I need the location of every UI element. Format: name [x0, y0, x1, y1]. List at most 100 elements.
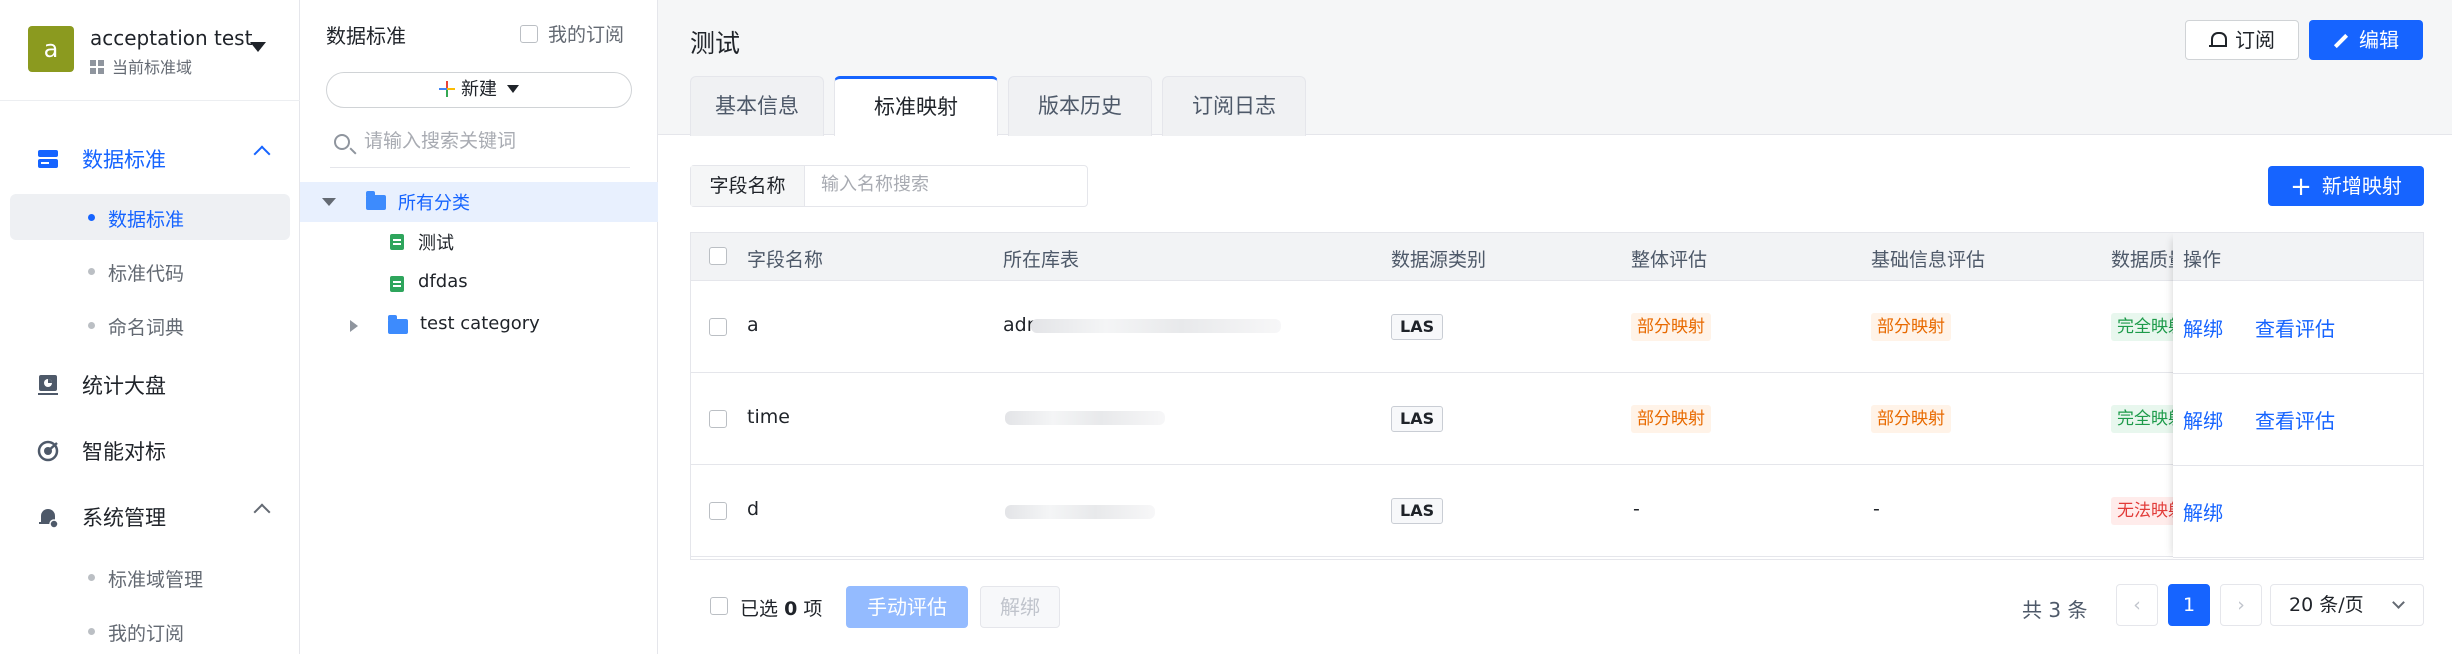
caret-down-icon[interactable]: [250, 42, 266, 52]
redacted-text: [1005, 505, 1155, 519]
database-icon: [38, 150, 58, 168]
overall-assessment-badge: 部分映射: [1631, 405, 1711, 433]
select-all-checkbox[interactable]: [709, 247, 727, 265]
document-icon: [390, 234, 404, 250]
column-header: 操作: [2183, 249, 2222, 271]
row-checkbox[interactable]: [709, 318, 727, 336]
page-size-label: 20 条/页: [2289, 594, 2364, 616]
prev-page-button[interactable]: ‹: [2116, 584, 2158, 626]
tree-node-root[interactable]: 所有分类: [300, 182, 658, 222]
view-assessment-link[interactable]: 查看评估: [2255, 313, 2335, 342]
nav-item-naming-dictionary[interactable]: 命名词典: [10, 302, 290, 348]
source-type-badge: LAS: [1391, 406, 1444, 432]
bell-icon: [2209, 32, 2227, 50]
bullet-icon: [88, 322, 95, 329]
tab-subscription-log[interactable]: 订阅日志: [1162, 76, 1306, 136]
row-divider: [2173, 373, 2423, 374]
column-header: 整体评估: [1631, 249, 1708, 271]
row-divider: [2173, 465, 2423, 466]
view-assessment-link[interactable]: 查看评估: [2255, 405, 2335, 434]
tab-basic-info[interactable]: 基本信息: [690, 76, 824, 136]
bulk-unbind-button[interactable]: 解绑: [980, 586, 1060, 628]
folder-icon: [366, 191, 386, 210]
expand-icon[interactable]: [350, 320, 358, 332]
nav-item-label: 标准域管理: [108, 569, 204, 591]
bell-gear-icon: [39, 509, 59, 529]
nav-item-label: 命名词典: [108, 317, 185, 339]
nav-item-standard-code[interactable]: 标准代码: [10, 248, 290, 294]
workspace-switcher[interactable]: a acceptation test 当前标准域: [28, 26, 290, 77]
unbind-link[interactable]: 解绑: [2183, 405, 2223, 434]
selected-suffix: 项: [803, 598, 823, 620]
add-mapping-button[interactable]: + 新增映射: [2268, 166, 2424, 206]
category-tree-panel: 数据标准 我的订阅 新建 所有分类 测试 dfdas test category: [300, 0, 658, 654]
nav-divider: [0, 100, 300, 101]
column-header: 所在库表: [1003, 249, 1080, 271]
tree-node-dfdas[interactable]: dfdas: [300, 264, 658, 304]
new-button[interactable]: 新建: [326, 72, 632, 108]
folder-icon: [388, 315, 408, 334]
grid-icon: [90, 60, 104, 74]
table-row: time LAS 部分映射 部分映射 完全映射: [691, 373, 2423, 465]
chevron-up-icon[interactable]: [253, 145, 271, 163]
operations-header: 操作: [2173, 233, 2423, 281]
subscribe-label: 订阅: [2235, 28, 2275, 52]
column-header: 数据源类别: [1391, 249, 1487, 271]
selected-number: 0: [784, 598, 798, 620]
field-name-filter[interactable]: 字段名称: [690, 165, 1088, 207]
source-type-badge: LAS: [1391, 314, 1444, 340]
main-content: 测试 订阅 编辑 基本信息 标准映射 版本历史 订阅日志 字段名称 +新增映射 …: [658, 0, 2452, 654]
chevron-up-icon[interactable]: [253, 503, 271, 521]
selected-prefix: 已选: [740, 598, 779, 620]
footer-select-all-checkbox[interactable]: [710, 597, 728, 615]
nav-group-label: 数据标准: [82, 148, 166, 172]
checkbox[interactable]: [520, 25, 538, 43]
row-checkbox[interactable]: [709, 410, 727, 428]
tree-search[interactable]: [330, 128, 630, 168]
unbind-link[interactable]: 解绑: [2183, 497, 2223, 526]
bullet-icon: [88, 574, 95, 581]
table-row: a adr LAS 部分映射 部分映射 完全映射: [691, 281, 2423, 373]
manual-evaluate-button[interactable]: 手动评估: [846, 586, 968, 628]
page-size-select[interactable]: 20 条/页: [2270, 584, 2424, 626]
tree-node-test-category[interactable]: test category: [300, 306, 658, 346]
nav-item-label: 标准代码: [108, 263, 185, 285]
unbind-link[interactable]: 解绑: [2183, 313, 2223, 342]
basic-assessment-badge: 部分映射: [1871, 405, 1951, 433]
source-type-badge: LAS: [1391, 498, 1444, 524]
search-icon: [334, 134, 350, 150]
page-1-button[interactable]: 1: [2168, 584, 2210, 626]
workspace-subtitle: 当前标准域: [90, 54, 192, 78]
column-header: 字段名称: [747, 249, 824, 271]
tree-node-test[interactable]: 测试: [300, 222, 658, 262]
workspace-avatar: a: [28, 26, 74, 72]
nav-group-label: 统计大盘: [82, 374, 166, 398]
redacted-text: [1005, 411, 1165, 425]
expand-icon[interactable]: [322, 198, 336, 206]
chevron-down-icon: [2392, 596, 2405, 609]
tree-node-label: test category: [420, 313, 540, 334]
redacted-text: [1031, 319, 1281, 333]
nav-item-data-standard[interactable]: 数据标准: [10, 194, 290, 240]
page-title: 测试: [690, 29, 741, 58]
tab-version-history[interactable]: 版本历史: [1008, 76, 1152, 136]
tree-node-label: 测试: [418, 233, 454, 254]
overall-assessment-badge: 部分映射: [1631, 313, 1711, 341]
row-checkbox[interactable]: [709, 502, 727, 520]
nav-item-my-subscription[interactable]: 我的订阅: [10, 608, 290, 654]
target-icon: [37, 440, 59, 462]
tab-standard-mapping[interactable]: 标准映射: [834, 76, 998, 136]
subscribe-button[interactable]: 订阅: [2185, 20, 2299, 60]
nav-item-domain-management[interactable]: 标准域管理: [10, 554, 290, 600]
field-name-search-input[interactable]: [821, 174, 1071, 195]
my-subscription-checkbox[interactable]: 我的订阅: [520, 20, 624, 47]
tree-search-input[interactable]: [364, 130, 624, 152]
edit-button[interactable]: 编辑: [2309, 20, 2423, 60]
workspace-name: acceptation test: [90, 26, 253, 50]
tree-title: 数据标准: [326, 24, 406, 48]
field-name-cell: d: [747, 498, 760, 520]
basic-assessment-cell: -: [1873, 498, 1880, 520]
next-page-button[interactable]: ›: [2220, 584, 2262, 626]
dashboard-icon: [38, 375, 58, 395]
checkbox-label: 我的订阅: [548, 24, 625, 46]
